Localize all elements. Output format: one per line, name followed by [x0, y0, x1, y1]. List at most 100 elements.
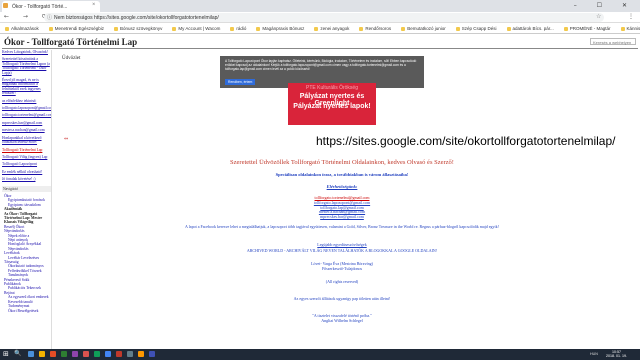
tab-close-icon[interactable]: ×: [92, 2, 95, 8]
bookmark-item[interactable]: Szép Csapp Dési: [451, 23, 502, 31]
bookmark-item[interactable]: Bemutatkozó junior: [396, 23, 451, 31]
bookmark-item[interactable]: Kánnisza Bókoroló: [616, 23, 640, 31]
bookmark-label: Bónusz szövegkönyv: [120, 26, 163, 31]
url-input[interactable]: Nem biztonságos https://sites.google.com…: [44, 13, 604, 22]
cookie-accept-button[interactable]: Rendben, értem: [225, 79, 256, 85]
email-list: tollforgato.tortenelmi@gmail.com tollforg…: [62, 195, 622, 220]
taskbar-app-icon[interactable]: [28, 351, 34, 357]
sidebar-nav-item[interactable]: Kevesebb tanuló Tudoménymat: [2, 300, 51, 309]
taskbar-app-icon[interactable]: [61, 351, 67, 357]
sidebar-link[interactable]: Ez emlék nélkül olvasható!: [2, 170, 51, 174]
sidebar-link[interactable]: tollforgato.lapozopont@gmail.com: [2, 106, 51, 110]
bookmark-favicon-icon: [48, 26, 53, 31]
bookmark-favicon-icon: [563, 26, 568, 31]
sidebar-links: Kedves Látogatónk, Olvasónk! Szeretettel …: [2, 50, 51, 182]
sidebar-link[interactable]: Tollforgató Lapozópont: [2, 162, 51, 166]
clock[interactable]: 10:57 2018. 01. 19.: [606, 350, 627, 358]
sidebar-nav: Ókor Egyiptomkutató források Egyiptom: tár…: [2, 194, 51, 313]
archive-title: ARCHIVED WORLD - ARCHIVÁLT VILÁG NEVEN T…: [246, 248, 438, 253]
separate-note: Az egyes szerzői állítások ugyanígy pap …: [293, 296, 391, 301]
bookmark-label: Alkalmazások: [11, 26, 39, 31]
bookmark-favicon-icon: [314, 26, 319, 31]
bookmark-label: PROMÉNÉ - Magtár: [569, 26, 611, 31]
taskbar-app-icon[interactable]: [72, 351, 78, 357]
tab-favicon-icon: [3, 3, 8, 8]
sidebar-link[interactable]: mprecskes.bar@gmail.com: [2, 121, 51, 125]
bookmark-item[interactable]: Bónusz szövegkönyv: [109, 23, 167, 31]
taskbar-app-icon[interactable]: [149, 351, 155, 357]
browser-menu-icon[interactable]: ⋮: [628, 13, 634, 20]
sidebar-nav-item[interactable]: Az Ókor: Tollforgató Történelmi Lap: Mes…: [2, 212, 51, 225]
bookmark-item[interactable]: Menetrendi Egészségbiz: [44, 23, 109, 31]
bookmark-item[interactable]: Rendőrsoros: [354, 23, 396, 31]
bookmark-item[interactable]: adattárok Bícs. pár...: [502, 23, 559, 31]
taskbar-app-icon[interactable]: [105, 351, 111, 357]
taskbar-app-icon[interactable]: [83, 351, 89, 357]
bookmark-favicon-icon: [230, 26, 235, 31]
bookmark-favicon-icon: [401, 26, 406, 31]
overlay-url-text: https://sites.google.com/site/okortollfo…: [316, 134, 616, 148]
bookmark-favicon-icon: [256, 26, 261, 31]
quote-block: "A tisztelet visszafelé történő próba." …: [62, 313, 622, 324]
taskbar-search-icon[interactable]: 🔍: [14, 350, 21, 357]
clock-date: 2018. 01. 19.: [606, 354, 627, 358]
bookmark-label: Szép Csapp Dési: [461, 26, 497, 31]
sidebar-link[interactable]: Tollforgató Történelmi Lap: [2, 148, 51, 152]
taskbar-app-icon[interactable]: [138, 351, 144, 357]
sidebar-link[interactable]: tollforgato.tortenelmi@gmail.com: [2, 113, 51, 117]
bookmarks-bar: Alkalmazások Menetrendi Egészségbiz Bónusz…: [0, 23, 640, 34]
welcome-text: Szeretettel Üdvözöllek Tollforgató Törté…: [230, 159, 454, 166]
sidebar-nav-item[interactable]: Honfoglaló Árnyékkal Népvándorlás: [2, 242, 51, 251]
sidebar-link[interactable]: Tollforgató Világ (ingyen) Lap: [2, 155, 51, 159]
sidebar-link[interactable]: mester.a.nachan@gmail.com: [2, 128, 51, 132]
bookmark-label: zenei anyagok: [320, 26, 350, 31]
sidebar: Kedves Látogatónk, Olvasónk! Szeretettel …: [2, 50, 52, 350]
sidebar-nav-item[interactable]: Ókori Beszélgetések: [2, 309, 51, 313]
special-note: Speciálisan oldalainkon írasz, a további…: [275, 172, 409, 177]
sidebar-link[interactable]: Honlapunkkal a következő oldalakon lehet…: [2, 136, 51, 145]
start-button-icon[interactable]: ⊞: [3, 350, 9, 358]
bookmark-star-icon[interactable]: ☆: [596, 13, 601, 20]
bookmark-favicon-icon: [5, 26, 9, 31]
browser-tab[interactable]: Ókor - Tollforgató Törté...: [2, 1, 100, 12]
email-link[interactable]: mprecskes.bar@gmail.com: [62, 214, 622, 220]
taskbar-app-icon[interactable]: [94, 351, 100, 357]
language-indicator[interactable]: HUN: [590, 352, 598, 356]
site-search-input[interactable]: Keresés a webhelyen: [590, 38, 636, 45]
author-block: Lövei- Varga Éva (Mestrina Börzvíng) Fős…: [62, 261, 622, 272]
share-icon[interactable]: ⇔: [64, 136, 68, 142]
bookmark-label: rádió: [236, 26, 247, 31]
ad-faded-text: PTE Kulturális Örökség: [306, 85, 358, 91]
facebook-note: A lapot a Facebook keresve lehet a megta…: [185, 224, 499, 229]
bookmark-item[interactable]: Magánpraxis Bónusz: [251, 23, 309, 31]
bookmark-item[interactable]: PROMÉNÉ - Magtár: [559, 23, 616, 31]
taskbar-app-icon[interactable]: [50, 351, 56, 357]
quote-author: Angliai Wilhelm Schlegel: [321, 317, 363, 323]
bookmark-item[interactable]: rádió: [225, 23, 251, 31]
archive-link[interactable]: Legújabb egyedüseszövőségek: [62, 242, 622, 247]
bookmark-item[interactable]: My Account | Wacom: [167, 23, 225, 31]
sidebar-link[interactable]: az előzőekhez tekintsd:: [2, 99, 51, 103]
ad-banner[interactable]: PTE Kulturális Örökség Pályázat nyertes …: [288, 83, 376, 125]
taskbar-app-icon[interactable]: [127, 351, 133, 357]
tab-title: Ókor - Tollforgató Törté...: [12, 4, 68, 10]
taskbar-app-icon[interactable]: [116, 351, 122, 357]
header-divider: [2, 48, 638, 49]
taskbar-app-icon[interactable]: [39, 351, 45, 357]
bookmark-label: Bemutatkozó junior: [407, 26, 446, 31]
author-role: Főszerkesztő-Tulajdonos: [321, 265, 363, 271]
bookmark-label: My Account | Wacom: [178, 26, 221, 31]
sidebar-nav-header: Navigáció: [2, 185, 51, 192]
bookmark-favicon-icon: [172, 26, 177, 31]
rights-text: (All rights reserved): [325, 279, 359, 284]
sidebar-link[interactable]: Jó fonalak követése! :): [2, 177, 51, 181]
sidebar-link[interactable]: Szeretettel köszöntünk a Tollforgató Tör…: [2, 57, 51, 75]
sidebar-link[interactable]: Érezd jól magad, és ne is magadnak infor…: [2, 78, 51, 96]
sidebar-link[interactable]: Kedves Látogatónk, Olvasónk!: [2, 50, 51, 54]
bookmark-item[interactable]: Alkalmazások: [0, 23, 44, 31]
site-title[interactable]: Ókor - Tollforgató Történelmi Lap: [4, 37, 137, 47]
bookmark-item[interactable]: zenei anyagok: [309, 23, 354, 31]
window-controls[interactable]: – ☐ ✕: [574, 2, 636, 9]
bookmark-label: Menetrendi Egészségbiz: [54, 26, 105, 31]
info-icon[interactable]: ⓘ: [47, 14, 52, 21]
